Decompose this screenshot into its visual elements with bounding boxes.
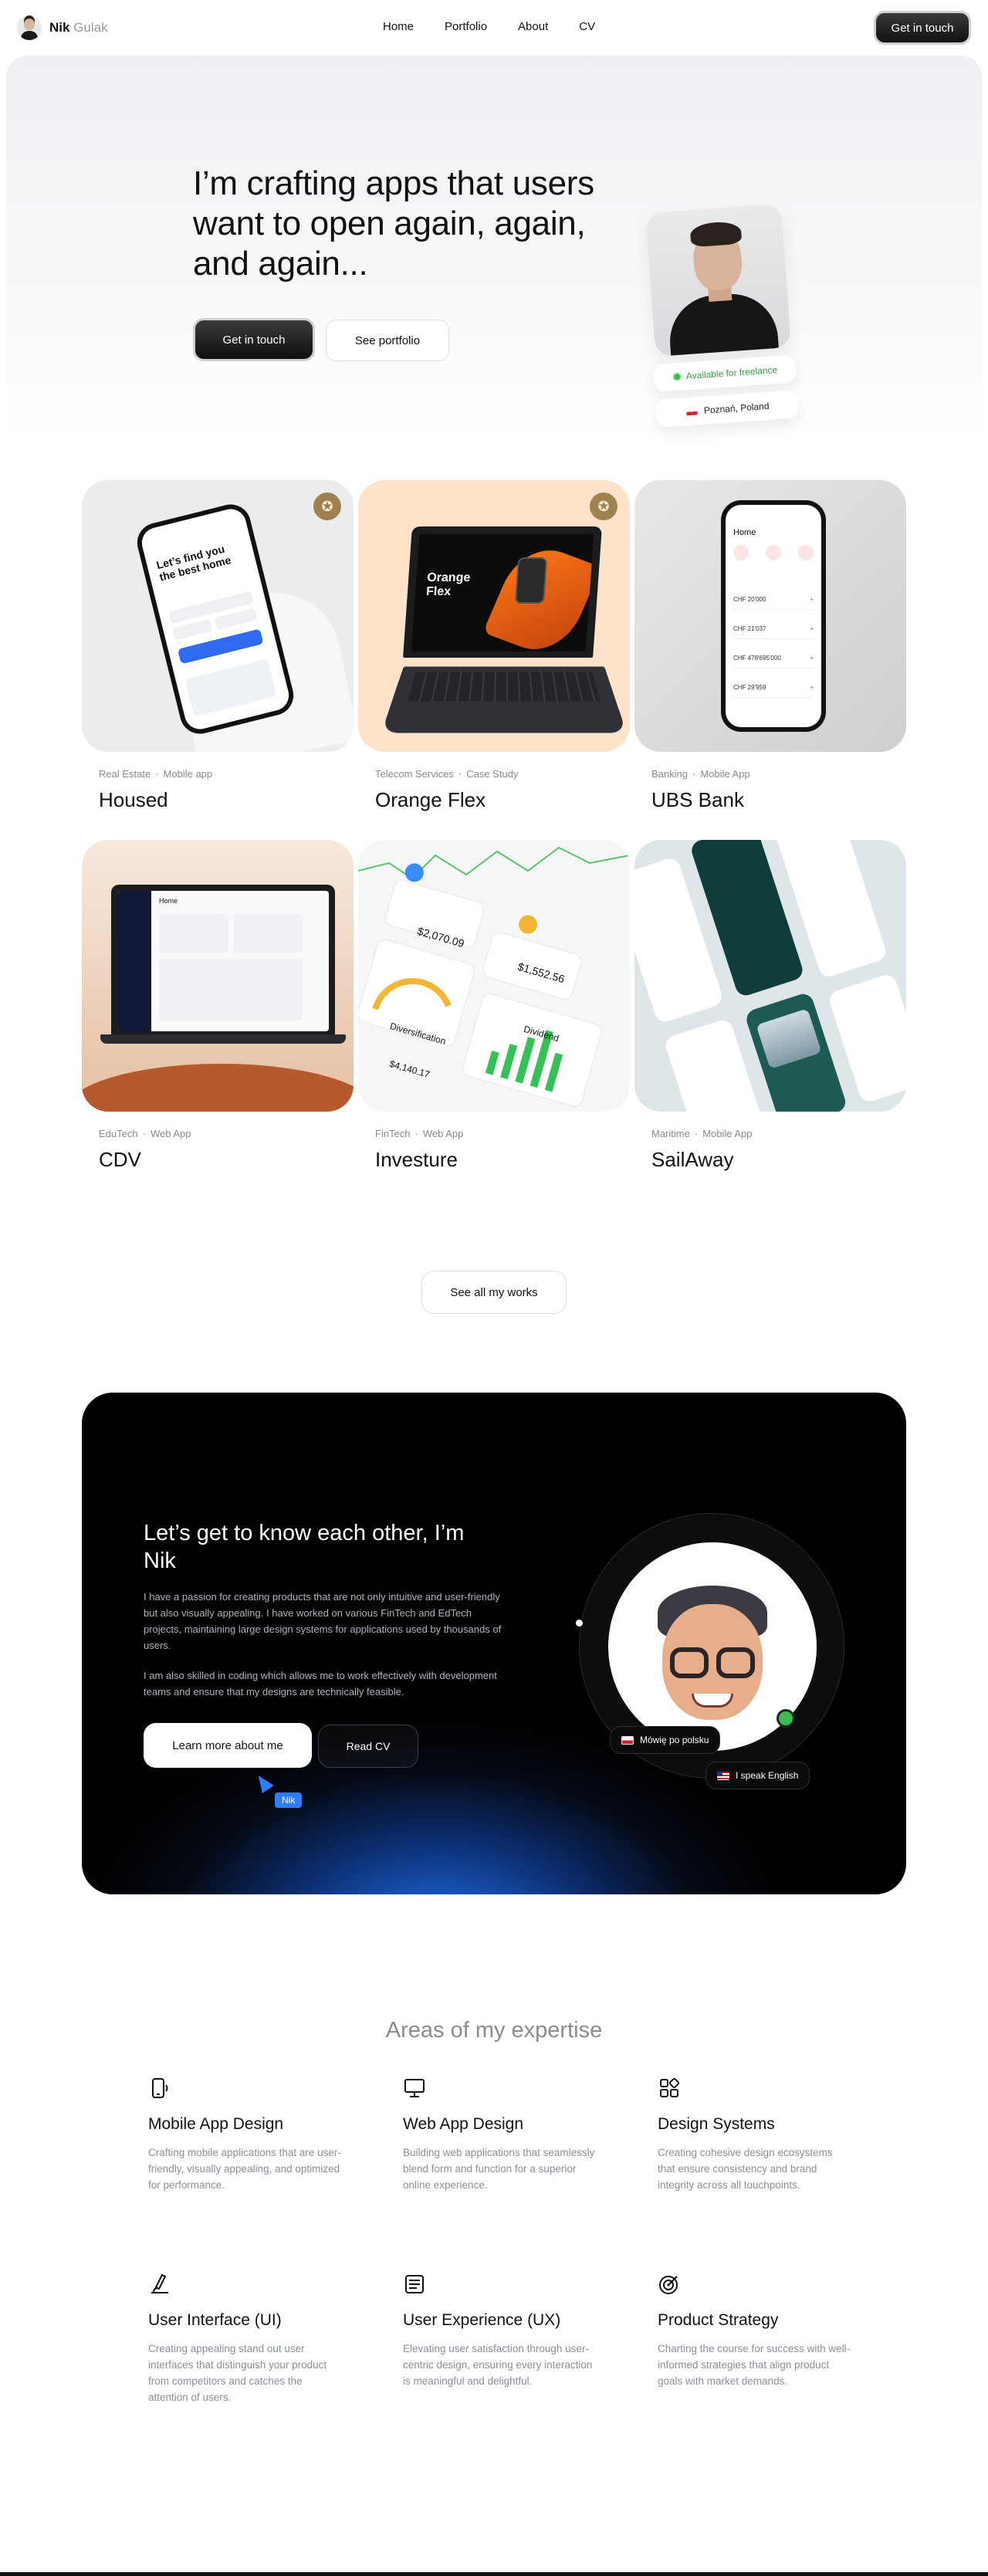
nav-link-about[interactable]: About	[518, 20, 548, 33]
expertise-title-web: Web App Design	[403, 2115, 524, 2133]
housed-heading: Let’s find you the best home	[154, 542, 232, 584]
project-meta-investure: FinTech · Web App	[375, 1128, 464, 1139]
cdv-home-label: Home	[159, 897, 178, 905]
expertise-desc-strategy: Charting the course for success with wel…	[658, 2343, 851, 2387]
profile-photo	[645, 204, 791, 357]
project-meta-housed: Real Estate · Mobile app	[99, 768, 213, 780]
expertise-title-strategy: Product Strategy	[658, 2311, 779, 2329]
project-meta-cdv: EduTech · Web App	[99, 1128, 191, 1139]
hero-see-portfolio-button[interactable]: See portfolio	[326, 320, 449, 361]
read-cv-button[interactable]: Read CV	[318, 1725, 418, 1768]
project-card-investure[interactable]: $2,070.09 $1,552.56 Diversification Divi…	[358, 840, 630, 1112]
ring-dot-icon	[576, 1620, 583, 1627]
project-title-orange-flex[interactable]: Orange Flex	[375, 788, 486, 812]
nav-get-in-touch-button[interactable]: Get in touch	[874, 11, 971, 45]
poland-flag-icon	[685, 406, 699, 416]
expertise-desc-ux: Elevating user satisfaction through user…	[403, 2343, 593, 2387]
poland-flag-icon	[621, 1735, 634, 1745]
nav-link-cv[interactable]: CV	[579, 20, 595, 33]
expertise-item-ui: User Interface (UI) Creating appealing s…	[148, 2273, 341, 2405]
expertise-item-web: Web App Design Building web applications…	[403, 2077, 596, 2193]
monitor-icon	[404, 2079, 425, 2097]
expertise-desc-ui: Creating appealing stand out user interf…	[148, 2343, 327, 2403]
cursor-icon	[252, 1771, 274, 1794]
project-meta-ubs: Banking · Mobile App	[651, 768, 750, 780]
project-title-housed[interactable]: Housed	[99, 788, 168, 812]
hero-title: I’m crafting apps that users want to ope…	[193, 164, 594, 283]
expertise-desc-design-systems: Creating cohesive design ecosystems that…	[658, 2147, 833, 2191]
learn-more-button[interactable]: Learn more about me	[144, 1723, 312, 1768]
sailaway-screens-illustration	[634, 840, 906, 1112]
housed-phone-mockup: Let’s find you the best home	[133, 500, 298, 738]
footer-divider	[0, 2572, 988, 2576]
expertise-title: Areas of my expertise	[385, 2018, 603, 2043]
project-card-orange-flex[interactable]: ✪ Orange Flex	[358, 480, 630, 752]
document-icon	[405, 2275, 424, 2293]
award-icon: ✪	[590, 493, 618, 520]
expertise-item-mobile: Mobile App Design Crafting mobile applic…	[148, 2077, 341, 2193]
language-pill-english: I speak English	[705, 1762, 810, 1789]
nav-link-home[interactable]: Home	[383, 20, 414, 33]
us-flag-icon	[717, 1771, 729, 1780]
expertise-title-mobile: Mobile App Design	[148, 2115, 284, 2133]
top-navigation: Nik Gulak Home Portfolio About CV Get in…	[0, 0, 988, 56]
expertise-item-design-systems: Design Systems Creating cohesive design …	[658, 2077, 851, 2193]
project-card-housed[interactable]: ✪ Let’s find you the best home	[82, 480, 354, 752]
location-text: Poznań, Poland	[703, 400, 770, 416]
status-dot-icon	[672, 371, 682, 382]
orange-laptop-mockup: Orange Flex	[403, 526, 602, 658]
expertise-title-ui: User Interface (UI)	[148, 2311, 282, 2329]
pen-icon	[151, 2273, 168, 2293]
see-all-works-button[interactable]: See all my works	[421, 1271, 567, 1314]
online-status-icon	[777, 1709, 795, 1728]
project-title-cdv[interactable]: CDV	[99, 1148, 141, 1172]
award-icon: ✪	[313, 493, 341, 520]
project-card-ubs-bank[interactable]: Home CHF 20'000 + CHF 21'037 + CHF 478'695…	[634, 480, 906, 752]
expertise-title-ux: User Experience (UX)	[403, 2311, 561, 2329]
brand-logo[interactable]: Nik Gulak	[17, 15, 108, 40]
laptop-keyboard	[381, 666, 627, 733]
expertise-item-ux: User Experience (UX) Elevating user sati…	[403, 2273, 596, 2389]
project-title-sailaway[interactable]: SailAway	[651, 1148, 733, 1172]
ubs-home-label: Home	[733, 528, 756, 537]
expertise-desc-web: Building web applications that seamlessl…	[403, 2147, 595, 2191]
location-badge: Poznań, Poland	[655, 390, 800, 428]
expertise-desc-mobile: Crafting mobile applications that are us…	[148, 2147, 341, 2191]
main-menu: Home Portfolio About CV	[383, 20, 626, 33]
project-title-investure[interactable]: Investure	[375, 1148, 458, 1172]
avatar	[17, 15, 42, 40]
nav-link-portfolio[interactable]: Portfolio	[445, 20, 487, 33]
project-card-cdv[interactable]: Home	[82, 840, 354, 1112]
grid-icon	[660, 2077, 680, 2097]
about-title: Let’s get to know each other, I’m Nik	[144, 1521, 465, 1573]
cdv-laptop-mockup: Home	[111, 885, 335, 1036]
hero-get-in-touch-button[interactable]: Get in touch	[193, 318, 315, 361]
availability-text: Available for freelance	[685, 364, 778, 382]
brand-last-name: Gulak	[73, 20, 108, 35]
brand-first-name: Nik	[49, 20, 70, 35]
project-card-sailaway[interactable]	[634, 840, 906, 1112]
orange-heading: Orange Flex	[425, 571, 471, 598]
project-meta-orange-flex: Telecom Services · Case Study	[375, 768, 519, 780]
about-paragraph-2: I am also skilled in coding which allows…	[144, 1670, 497, 1698]
hero-section: I’m crafting apps that users want to ope…	[6, 56, 982, 442]
expertise-item-strategy: Product Strategy Charting the course for…	[658, 2273, 851, 2389]
expertise-title-design-systems: Design Systems	[658, 2115, 775, 2133]
ubs-phone-mockup: Home CHF 20'000 + CHF 21'037 + CHF 478'695…	[721, 500, 826, 732]
project-title-ubs[interactable]: UBS Bank	[651, 788, 744, 812]
availability-badge: Available for freelance	[652, 354, 797, 393]
about-section: Let’s get to know each other, I’m Nik I …	[82, 1393, 906, 1894]
language-pill-polish: Mówię po polsku	[610, 1726, 721, 1754]
mobile-icon	[152, 2078, 168, 2098]
profile-card: Available for freelance Poznań, Poland	[639, 198, 801, 439]
cursor-label: Nik	[275, 1792, 303, 1808]
project-meta-sailaway: Maritime · Mobile App	[651, 1128, 753, 1139]
about-paragraph-1: I have a passion for creating products t…	[144, 1591, 502, 1651]
target-icon	[659, 2276, 678, 2294]
